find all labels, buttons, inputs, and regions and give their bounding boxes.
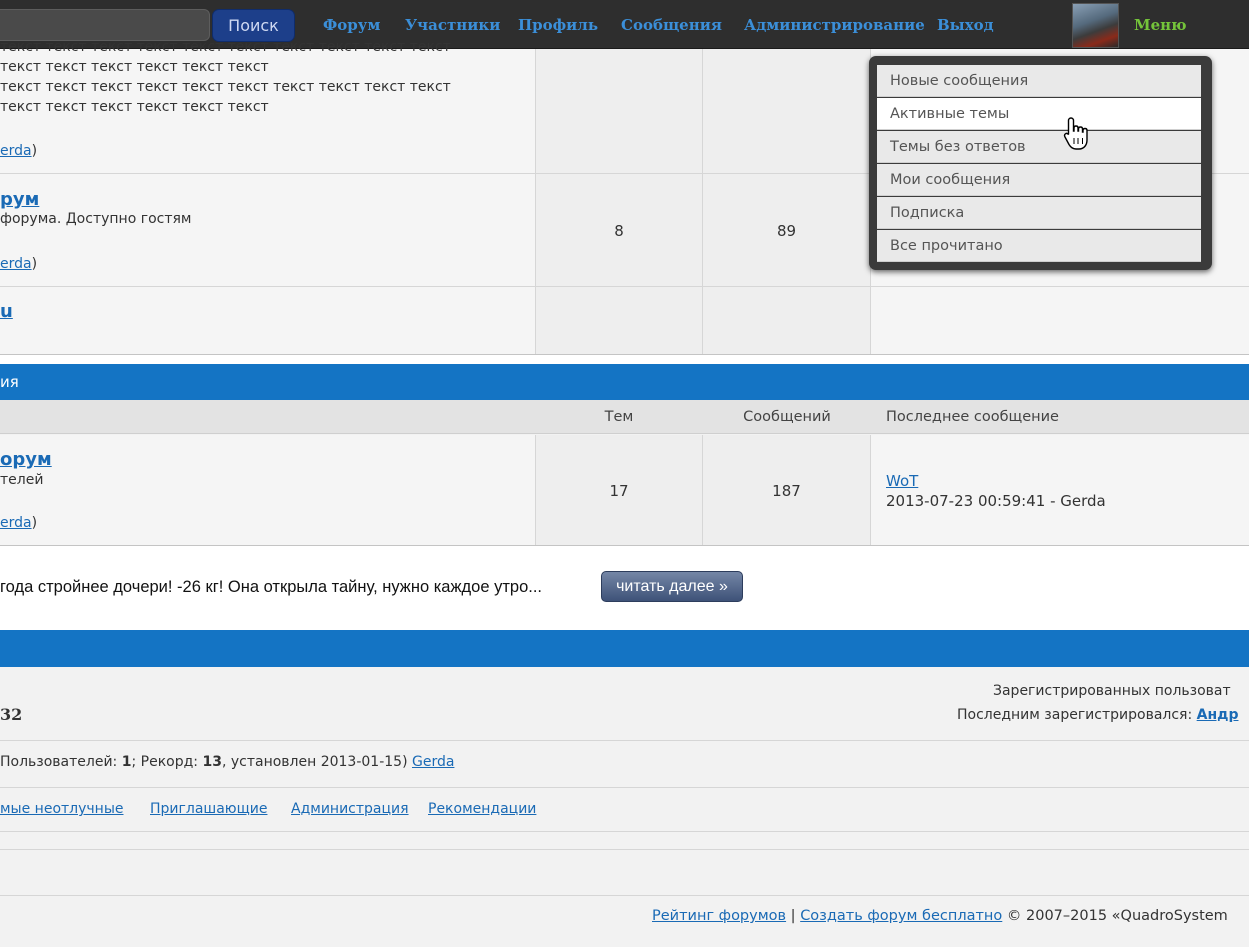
- online-block: Пользователей: 1; Рекорд: 13, установлен…: [0, 742, 1249, 788]
- menu-dropdown: Новые сообщения Активные темы Темы без о…: [869, 56, 1212, 270]
- section-title: ия: [0, 373, 19, 391]
- column-header-row: Тем Сообщений Последнее сообщение: [0, 400, 1249, 434]
- posts-count-cell: 89: [703, 174, 871, 286]
- link-recommendations[interactable]: Рекомендации: [428, 801, 536, 817]
- forum-description-line: текст текст текст текст текст текст текс…: [0, 39, 451, 55]
- footer-line: Рейтинг форумов | Создать форум бесплатн…: [652, 908, 1228, 924]
- online-user-link[interactable]: Gerda: [412, 754, 454, 770]
- forum-title-link[interactable]: орум: [0, 449, 52, 470]
- posts-count-cell: [703, 287, 871, 354]
- nav-forum[interactable]: Форум: [323, 16, 380, 34]
- footer-copyright: © 2007–2015 «QuadroSystem: [1006, 908, 1228, 924]
- footer-create-forum-link[interactable]: Создать форум бесплатно: [800, 908, 1002, 924]
- forum-row: орум телей erda) 17 187 WoT 2013-07-23 0…: [0, 435, 1249, 545]
- nav-logout[interactable]: Выход: [937, 16, 994, 34]
- spacer: [0, 851, 1249, 896]
- forum-moderator: erda): [0, 515, 37, 531]
- last-post-topic-link[interactable]: WoT: [886, 472, 918, 490]
- ad-text[interactable]: года стройнее дочери! -26 кг! Она открыл…: [0, 578, 542, 597]
- stats-total-number: 32: [0, 705, 23, 724]
- posts-count: 89: [776, 222, 797, 240]
- last-registered: Последним зарегистрировался: Андр: [957, 707, 1238, 723]
- stats-block: 32 Зарегистрированных пользоват Последни…: [0, 667, 1249, 741]
- footer-rating-link[interactable]: Рейтинг форумов: [652, 908, 786, 924]
- forum-row: u: [0, 287, 1249, 354]
- link-regulars[interactable]: мые неотлучные: [0, 801, 124, 817]
- forum-info-cell: u: [0, 287, 535, 354]
- forum-description: телей: [0, 472, 44, 488]
- topics-count-cell: [535, 287, 703, 354]
- topics-count: 17: [609, 482, 629, 500]
- topics-count-cell: 8: [535, 174, 703, 286]
- topics-count-cell: [535, 49, 703, 174]
- forum-moderator: erda): [0, 143, 37, 159]
- nav-messages[interactable]: Сообщения: [621, 16, 722, 34]
- nav-members[interactable]: Участники: [405, 16, 500, 34]
- forum-title-link[interactable]: рум: [0, 189, 39, 210]
- read-more-button[interactable]: читать далее »: [601, 571, 743, 602]
- last-post-cell: WoT 2013-07-23 00:59:41 - Gerda: [871, 435, 1249, 545]
- forum-info-cell: рум форума. Доступно гостям erda): [0, 174, 535, 286]
- link-administration[interactable]: Администрация: [291, 801, 409, 817]
- menu-button[interactable]: Меню: [1134, 16, 1187, 34]
- moderator-link[interactable]: erda: [0, 256, 32, 272]
- registered-users-label: Зарегистрированных пользоват: [993, 683, 1231, 699]
- moderator-close: ): [31, 256, 38, 272]
- nav-profile[interactable]: Профиль: [518, 16, 598, 34]
- forum-description: форума. Доступно гостям: [0, 211, 192, 227]
- posts-count-cell: 187: [703, 435, 871, 545]
- footer: Рейтинг форумов | Создать форум бесплатн…: [0, 897, 1249, 947]
- moderator-link[interactable]: erda: [0, 515, 32, 531]
- forum-info-cell: текст текст текст текст текст текст текс…: [0, 39, 535, 174]
- online-suffix: , установлен 2013-01-15): [221, 754, 408, 770]
- nav-administration[interactable]: Администрирование: [744, 16, 925, 34]
- column-header-last-post: Последнее сообщение: [886, 409, 1059, 425]
- section-gap: [0, 355, 1249, 364]
- avatar[interactable]: [1072, 3, 1119, 48]
- spacer: [0, 832, 1249, 850]
- last-post-info: 2013-07-23 00:59:41 - Gerda: [886, 492, 1106, 510]
- forum-title-link[interactable]: u: [0, 301, 13, 322]
- forum-description-line: текст текст текст текст текст текст текс…: [0, 79, 451, 95]
- topics-count: 8: [614, 222, 624, 240]
- last-post-cell: [871, 287, 1249, 354]
- bottom-links: мые неотлучные Приглашающие Администраци…: [0, 789, 1249, 832]
- footer-separator: |: [786, 908, 801, 924]
- posts-count-cell: [703, 49, 871, 174]
- column-header-topics: Тем: [604, 409, 634, 425]
- menu-item-mark-all-read[interactable]: Все прочитано: [877, 230, 1201, 262]
- menu-item-unanswered[interactable]: Темы без ответов: [877, 131, 1201, 163]
- column-header-posts: Сообщений: [743, 409, 831, 425]
- forum-moderator: erda): [0, 256, 37, 272]
- posts-count: 187: [772, 482, 801, 500]
- online-mid: ; Рекорд:: [131, 754, 203, 770]
- menu-item-new-posts[interactable]: Новые сообщения: [877, 65, 1201, 97]
- last-registered-user-link[interactable]: Андр: [1197, 707, 1239, 723]
- online-stats: Пользователей: 1; Рекорд: 13, установлен…: [0, 754, 454, 770]
- menu-item-active-topics[interactable]: Активные темы: [877, 98, 1201, 130]
- topics-count-cell: 17: [535, 435, 703, 545]
- hand-cursor-icon: [1063, 117, 1088, 150]
- moderator-close: ): [31, 515, 38, 531]
- forum-info-cell: орум телей erda): [0, 435, 535, 545]
- forum-description-line: текст текст текст текст текст текст: [0, 99, 269, 115]
- search-input[interactable]: [0, 9, 210, 41]
- section-header: ия: [0, 364, 1249, 400]
- moderator-link[interactable]: erda: [0, 143, 32, 159]
- menu-item-subscription[interactable]: Подписка: [877, 197, 1201, 229]
- online-prefix: Пользователей:: [0, 754, 122, 770]
- menu-item-my-posts[interactable]: Мои сообщения: [877, 164, 1201, 196]
- link-inviters[interactable]: Приглашающие: [150, 801, 267, 817]
- stats-header: [0, 630, 1249, 667]
- online-record: 13: [202, 754, 222, 770]
- moderator-close: ): [31, 143, 38, 159]
- search-button[interactable]: Поиск: [212, 9, 295, 42]
- last-registered-label: Последним зарегистрировался:: [957, 707, 1193, 723]
- forum-description-line: текст текст текст текст текст текст: [0, 59, 269, 75]
